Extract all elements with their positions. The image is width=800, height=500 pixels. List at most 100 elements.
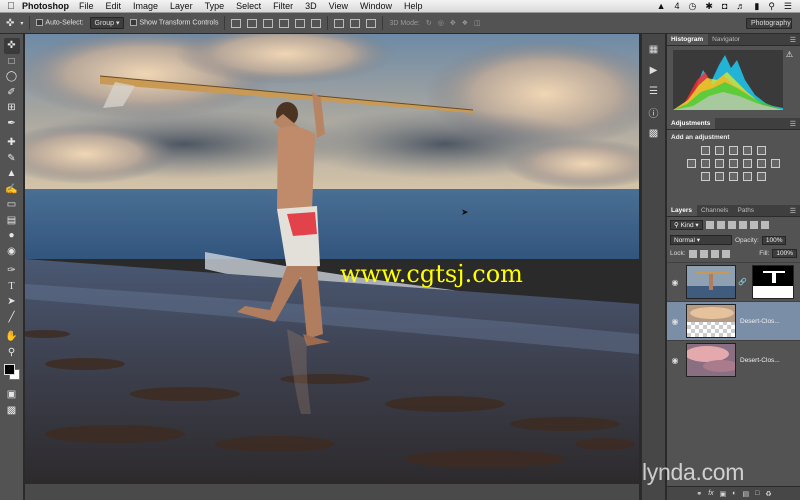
document-canvas[interactable]: www.cgtsj.com ➤ xyxy=(25,34,639,484)
tab-histogram[interactable]: Histogram xyxy=(667,34,709,45)
zoom-tool-icon[interactable]: ⚲ xyxy=(4,345,20,361)
swatches-panel-icon[interactable]: ▩ xyxy=(647,126,661,140)
menu-window[interactable]: Window xyxy=(360,1,392,11)
mask-link-icon[interactable]: 🔗 xyxy=(738,278,747,286)
curves-icon[interactable] xyxy=(729,146,738,155)
screen-mode-icon[interactable]: ▩ xyxy=(4,403,20,419)
delete-layer-icon[interactable]: ♻ xyxy=(765,490,771,498)
layer-name[interactable]: Desert-Clos... xyxy=(740,318,780,325)
color-lookup-icon[interactable] xyxy=(771,159,780,168)
gradient-map-icon[interactable] xyxy=(757,172,766,181)
auto-select-checkbox[interactable]: Auto-Select: xyxy=(36,19,84,27)
auto-select-dropdown[interactable]: Group ▾ xyxy=(89,17,125,29)
visibility-eye-icon[interactable]: ◉ xyxy=(667,317,683,326)
link-layers-icon[interactable]: ⚭ xyxy=(696,490,702,498)
tab-navigator[interactable]: Navigator xyxy=(708,34,745,45)
layer-thumbnail[interactable] xyxy=(686,265,736,299)
align-middle-icon[interactable] xyxy=(247,18,258,28)
properties-panel-icon[interactable]: ☰ xyxy=(647,84,661,98)
layer-thumbnail[interactable] xyxy=(686,304,736,338)
blur-tool-icon[interactable]: ● xyxy=(4,228,20,244)
layer-name[interactable]: Desert-Clos... xyxy=(740,357,780,364)
menu-select[interactable]: Select xyxy=(236,1,261,11)
gradient-map-icon[interactable] xyxy=(757,146,766,155)
layer-row[interactable]: ◉ Desert-Clos... xyxy=(667,340,800,379)
lock-position-icon[interactable] xyxy=(710,249,719,258)
lock-pixels-icon[interactable] xyxy=(699,249,708,258)
align-top-icon[interactable] xyxy=(231,18,242,28)
tab-adjustments[interactable]: Adjustments xyxy=(667,118,716,129)
blend-mode-dropdown[interactable]: Normal ▾ xyxy=(670,235,732,245)
3d-rotate-icon[interactable]: ↻ xyxy=(426,19,432,27)
menu-file[interactable]: File xyxy=(79,1,94,11)
color-balance-icon[interactable] xyxy=(715,159,724,168)
pen-tool-icon[interactable]: ✑ xyxy=(4,263,20,279)
quick-select-tool-icon[interactable]: ✐ xyxy=(4,85,20,101)
panel-menu-icon[interactable]: ☰ xyxy=(790,34,800,45)
tool-preset-dropdown-icon[interactable]: ▾ xyxy=(20,20,23,27)
tab-paths[interactable]: Paths xyxy=(733,205,759,216)
selective-color-icon[interactable] xyxy=(743,172,752,181)
bluetooth-icon[interactable]: ✱ xyxy=(705,1,713,12)
transform-controls-checkbox[interactable]: Show Transform Controls xyxy=(130,19,218,27)
levels-icon[interactable] xyxy=(715,146,724,155)
filter-shape-icon[interactable] xyxy=(738,221,747,229)
eyedropper-tool-icon[interactable]: ✒ xyxy=(4,116,20,132)
filter-toggle-icon[interactable] xyxy=(760,221,769,229)
foreground-color-swatch[interactable] xyxy=(3,364,15,375)
invert-icon[interactable] xyxy=(701,172,710,181)
list-icon[interactable]: ☰ xyxy=(784,1,792,12)
panel-menu-icon[interactable]: ☰ xyxy=(790,205,800,216)
opacity-input[interactable]: 100% xyxy=(761,235,787,245)
healing-brush-tool-icon[interactable]: ✚ xyxy=(4,135,20,151)
spotlight-icon[interactable]: ⚲ xyxy=(768,1,775,12)
visibility-eye-icon[interactable]: ◉ xyxy=(667,356,683,365)
filter-smart-object-icon[interactable] xyxy=(749,221,758,229)
filter-type-icon[interactable] xyxy=(727,221,736,229)
menu-layer[interactable]: Layer xyxy=(170,1,193,11)
layer-style-icon[interactable]: fx xyxy=(708,490,713,497)
apple-icon[interactable]:  xyxy=(0,1,22,12)
3d-pan-icon[interactable]: ✥ xyxy=(450,19,456,27)
layer-row-selected[interactable]: ◉ Desert-Clos... xyxy=(667,301,800,340)
marquee-tool-icon[interactable]: □ xyxy=(4,54,20,70)
align-center-icon[interactable] xyxy=(295,18,306,28)
workspace-switcher[interactable]: Photography xyxy=(746,17,792,29)
3d-roll-icon[interactable]: ◎ xyxy=(438,19,444,27)
new-group-icon[interactable]: ▤ xyxy=(743,490,750,498)
quick-mask-icon[interactable]: ▣ xyxy=(4,387,20,403)
dodge-tool-icon[interactable]: ◉ xyxy=(4,244,20,260)
menu-type[interactable]: Type xyxy=(205,1,225,11)
visibility-eye-icon[interactable]: ◉ xyxy=(667,278,683,287)
clock-icon[interactable]: ◷ xyxy=(689,1,697,12)
cache-warning-icon[interactable]: ⚠ xyxy=(786,50,793,59)
menu-view[interactable]: View xyxy=(329,1,348,11)
hand-tool-icon[interactable]: ✋ xyxy=(4,329,20,345)
type-tool-icon[interactable]: T xyxy=(4,279,20,295)
crop-tool-icon[interactable]: ⊞ xyxy=(4,100,20,116)
clone-stamp-tool-icon[interactable]: ▲ xyxy=(4,166,20,182)
actions-panel-icon[interactable]: ▶ xyxy=(647,63,661,77)
align-bottom-icon[interactable] xyxy=(263,18,274,28)
vibrance-icon[interactable] xyxy=(687,159,696,168)
menu-image[interactable]: Image xyxy=(133,1,158,11)
menu-edit[interactable]: Edit xyxy=(106,1,122,11)
layer-mask-thumbnail[interactable] xyxy=(751,265,794,299)
layer-row[interactable]: ◉ 🔗 xyxy=(667,262,800,301)
tab-layers[interactable]: Layers xyxy=(667,205,697,216)
distribute-icon[interactable] xyxy=(334,18,345,28)
move-tool-icon[interactable]: ✜ xyxy=(3,38,20,54)
eraser-tool-icon[interactable]: ▭ xyxy=(4,197,20,213)
threshold-icon[interactable] xyxy=(729,172,738,181)
lock-all-icon[interactable] xyxy=(721,249,730,258)
lock-transparency-icon[interactable] xyxy=(688,249,697,258)
lasso-tool-icon[interactable]: ◯ xyxy=(4,69,20,85)
photo-filter-icon[interactable] xyxy=(743,159,752,168)
path-select-tool-icon[interactable]: ➤ xyxy=(4,294,20,310)
fill-input[interactable]: 100% xyxy=(772,249,797,258)
info-panel-icon[interactable]: ⓘ xyxy=(647,105,661,120)
hue-saturation-icon[interactable] xyxy=(701,159,710,168)
new-adjustment-icon[interactable]: ◐ xyxy=(732,490,736,497)
panel-menu-icon[interactable]: ☰ xyxy=(790,118,800,129)
color-swatches[interactable] xyxy=(3,363,21,383)
